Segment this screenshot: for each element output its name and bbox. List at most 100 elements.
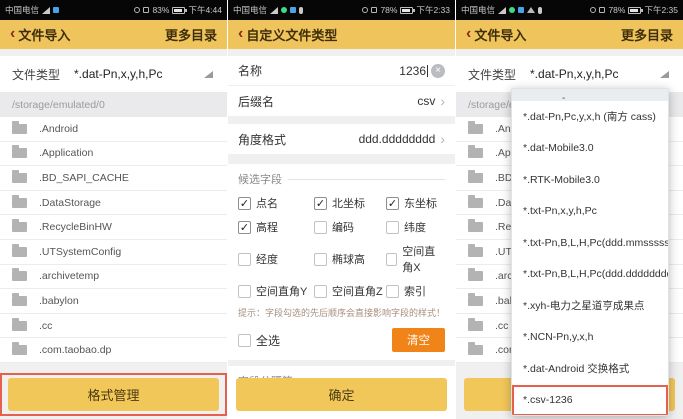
folder-name: .UTSystemConfig [39, 246, 121, 258]
folder-row[interactable]: .Android [0, 117, 227, 142]
carrier-label: 中国电信 [233, 4, 267, 16]
notification-icon [290, 7, 296, 13]
file-type-selector[interactable]: 文件类型 *.dat-Pn,x,y,h,Pc [456, 56, 683, 92]
status-bar: 中国电信 78% 下午2:33 [228, 0, 455, 20]
dropdown-triangle-icon[interactable] [660, 71, 669, 78]
select-all-checkbox[interactable]: ✓全选 [238, 332, 392, 349]
folder-row[interactable]: .BD_SAPI_CACHE [0, 166, 227, 191]
dropdown-item[interactable]: *.xyh-电力之星道亨成果点 [512, 290, 668, 322]
more-directories-button[interactable]: 更多目录 [165, 25, 217, 44]
file-type-value: *.dat-Pn,x,y,h,Pc [530, 67, 660, 81]
dropdown-item[interactable]: *.txt-Pn,B,L,H,Pc(ddd.mmssssss) [512, 227, 668, 259]
confirm-button[interactable]: 确定 [236, 378, 447, 411]
folder-icon [468, 296, 483, 306]
file-type-value: *.dat-Pn,x,y,h,Pc [74, 67, 204, 81]
checkbox-icon: ✓ [238, 285, 251, 298]
name-input-value[interactable]: 1236 [399, 64, 426, 78]
folder-icon [468, 271, 483, 281]
folder-row[interactable]: .UTSystemConfig [0, 240, 227, 265]
angle-format-label: 角度格式 [238, 131, 359, 148]
dropdown-item[interactable]: *.dat-Mobile3.0 [512, 133, 668, 165]
folder-row[interactable]: .RecycleBinHW [0, 215, 227, 240]
checkbox-icon: ✓ [238, 253, 251, 266]
back-button[interactable]: ‹ 自定义文件类型 [238, 25, 337, 44]
folder-icon [468, 222, 483, 232]
hint-text: 提示：字段勾选的先后顺序会直接影响字段的样式！ [228, 299, 455, 322]
checkbox-dongzuobiao[interactable]: ✓东坐标 [386, 195, 445, 211]
name-field-row[interactable]: 名称 1236 × [228, 56, 455, 86]
checkbox-bianma[interactable]: ✓编码 [314, 219, 386, 235]
battery-percent: 78% [608, 5, 625, 15]
checkbox-suoyin[interactable]: ✓索引 [386, 283, 445, 299]
folder-icon [12, 247, 27, 257]
folder-row[interactable]: .archivetemp [0, 265, 227, 290]
checkbox-icon: ✓ [314, 221, 327, 234]
clock-label: 下午4:44 [188, 4, 222, 16]
checkbox-tuoqiugao[interactable]: ✓椭球高 [314, 243, 386, 275]
back-icon: ‹ [238, 26, 243, 42]
checkbox-weidu[interactable]: ✓纬度 [386, 219, 445, 235]
folder-row[interactable]: .Application [0, 142, 227, 167]
checkbox-gaocheng[interactable]: ✓高程 [238, 219, 314, 235]
carrier-label: 中国电信 [461, 4, 495, 16]
folder-name: .DataStorage [39, 197, 101, 209]
dropdown-item-csv-1236[interactable]: *.csv-1236 [512, 385, 668, 417]
mic-icon [538, 7, 542, 14]
folder-name: .Application [39, 147, 93, 159]
current-path: /storage/emulated/0 [0, 92, 227, 117]
checkbox-beizuobiao[interactable]: ✓北坐标 [314, 195, 386, 211]
signal-icon [42, 7, 50, 14]
folder-row[interactable]: .cc [0, 314, 227, 339]
dropdown-item[interactable]: *.NCN-Pn,y,x,h [512, 322, 668, 354]
dropdown-item[interactable]: *.RTK-Mobile3.0 [512, 164, 668, 196]
nav-bar: ‹ 文件导入 更多目录 [456, 20, 683, 49]
page-title: 自定义文件类型 [246, 25, 337, 44]
checkbox-icon: ✓ [386, 221, 399, 234]
clear-all-button[interactable]: 清空 [392, 328, 445, 352]
battery-icon [628, 7, 641, 14]
checkbox-jingdu[interactable]: ✓经度 [238, 243, 314, 275]
folder-name: .com.taobao.dp [39, 344, 111, 356]
format-manage-button[interactable]: 格式管理 [8, 378, 219, 411]
clear-icon[interactable]: × [431, 64, 445, 78]
checkbox-kongjian-y[interactable]: ✓空间直角Y [238, 283, 314, 299]
file-type-selector[interactable]: 文件类型 *.dat-Pn,x,y,h,Pc [0, 56, 227, 92]
folder-icon [468, 345, 483, 355]
folder-name: .Android [39, 123, 78, 135]
folder-row[interactable]: .com.taobao.dp [0, 338, 227, 363]
nav-bar: ‹ 自定义文件类型 [228, 20, 455, 49]
folder-icon [468, 198, 483, 208]
alarm-icon [599, 7, 605, 13]
dropdown-item[interactable]: *.txt-Pn,B,L,H,Pc(ddd.dddddddd) [512, 259, 668, 291]
more-directories-button[interactable]: 更多目录 [621, 25, 673, 44]
back-button[interactable]: ‹ 文件导入 [466, 25, 526, 44]
battery-icon [400, 7, 413, 14]
checkbox-icon: ✓ [386, 197, 399, 210]
angle-format-row[interactable]: 角度格式 ddd.dddddddd › [228, 124, 455, 154]
dropdown-item[interactable]: *.dat-Android 交换格式 [512, 353, 668, 385]
checkbox-icon: ✓ [386, 285, 399, 298]
folder-icon [12, 321, 27, 331]
checkbox-icon: ✓ [238, 221, 251, 234]
mute-icon [134, 7, 140, 13]
dropdown-triangle-icon[interactable] [204, 71, 213, 78]
folder-icon [468, 148, 483, 158]
folder-row[interactable]: .DataStorage [0, 191, 227, 216]
dropdown-item[interactable]: *.txt-Pn,x,y,h,Pc [512, 196, 668, 228]
status-bar: 中国电信 83% 下午4:44 [0, 0, 227, 20]
folder-row[interactable]: .babylon [0, 289, 227, 314]
folder-icon [12, 222, 27, 232]
chevron-right-icon: › [440, 132, 445, 146]
text-caret [427, 65, 428, 77]
notification-icon [518, 7, 524, 13]
dropdown-item[interactable]: *.dat-Pn,Pc,y,x,h (南方 cass) [512, 101, 668, 133]
suffix-field-row[interactable]: 后缀名 csv › [228, 86, 455, 116]
checkbox-dianming[interactable]: ✓点名 [238, 195, 314, 211]
checkbox-kongjian-z[interactable]: ✓空间直角Z [314, 283, 386, 299]
folder-icon [468, 124, 483, 134]
file-type-label: 文件类型 [468, 66, 516, 83]
back-button[interactable]: ‹ 文件导入 [10, 25, 70, 44]
dropdown-item-partial[interactable] [512, 89, 668, 101]
checkbox-kongjian-x[interactable]: ✓空间直角X [386, 243, 445, 275]
suffix-value: csv [417, 94, 435, 108]
